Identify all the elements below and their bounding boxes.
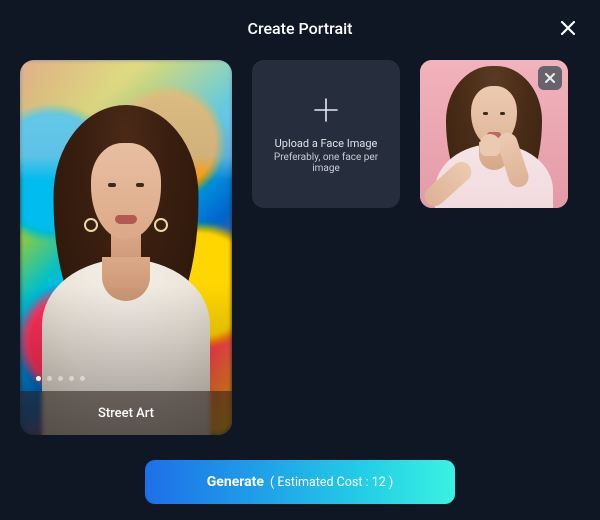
dialog-header: Create Portrait bbox=[0, 0, 600, 56]
carousel-dot[interactable] bbox=[80, 376, 85, 381]
carousel-dot[interactable] bbox=[69, 376, 74, 381]
generate-button[interactable]: Generate ( Estimated Cost : 12 ) bbox=[145, 460, 455, 504]
carousel-dot[interactable] bbox=[47, 376, 52, 381]
upload-column: Upload a Face Image Preferably, one face… bbox=[252, 60, 568, 435]
upload-subtitle: Preferably, one face per image bbox=[264, 152, 388, 174]
style-caption-text: Street Art bbox=[98, 406, 154, 421]
generate-cost: ( Estimated Cost : 12 ) bbox=[270, 475, 393, 490]
upload-dropzone[interactable]: Upload a Face Image Preferably, one face… bbox=[252, 60, 400, 208]
close-icon bbox=[559, 19, 577, 37]
carousel-dot[interactable] bbox=[58, 376, 63, 381]
dialog-content: Street Art Upload a Face Image Preferabl… bbox=[0, 56, 600, 435]
uploaded-face-thumbnail[interactable] bbox=[420, 60, 568, 208]
remove-upload-button[interactable] bbox=[538, 66, 562, 90]
dialog-title: Create Portrait bbox=[248, 19, 353, 38]
close-button[interactable] bbox=[554, 14, 582, 42]
style-preview-card[interactable]: Street Art bbox=[20, 60, 232, 435]
upload-title: Upload a Face Image bbox=[275, 137, 378, 150]
generate-label: Generate bbox=[207, 474, 264, 490]
plus-icon bbox=[311, 95, 341, 129]
carousel-dots bbox=[36, 376, 85, 381]
remove-icon bbox=[544, 72, 556, 84]
carousel-dot[interactable] bbox=[36, 376, 41, 381]
style-caption: Street Art bbox=[20, 391, 232, 435]
